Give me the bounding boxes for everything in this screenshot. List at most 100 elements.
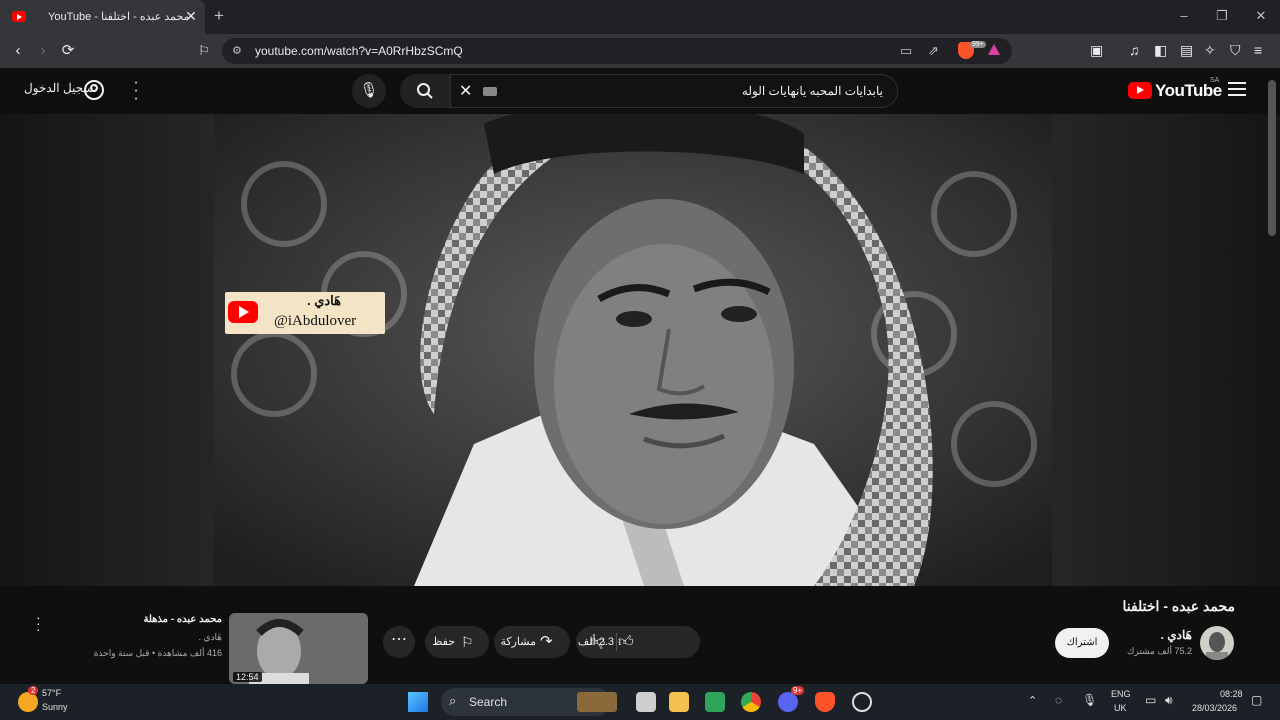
settings-menu-icon[interactable]: · · ·	[131, 75, 141, 107]
subscribe-button[interactable]: اشتراك	[1055, 628, 1109, 658]
browser-tab-bar: YouTube - محمد عبده - اختلفنا ✕ + – ❐ ✕	[0, 0, 1280, 34]
youtube-play-icon	[1128, 82, 1152, 99]
save-bookmark-icon: ⚐	[461, 634, 474, 650]
watermark-play-glyph-icon	[239, 306, 249, 318]
brave-rewards-icon[interactable]	[988, 44, 1000, 55]
like-dislike-group: 👍︎ 2.3 ألف 👎︎	[576, 626, 700, 658]
xbox-app-icon[interactable]	[705, 692, 725, 712]
maximize-icon[interactable]: ❐	[1212, 8, 1232, 24]
volume-icon[interactable]: 🔊︎	[1165, 693, 1173, 708]
weather-temp: 57°F	[42, 688, 62, 698]
more-actions-button[interactable]: ⋯	[383, 626, 415, 658]
site-info-icon[interactable]: ⚙	[232, 44, 242, 57]
save-label: حفظ	[432, 636, 455, 648]
search-icon	[417, 83, 433, 99]
guide-menu-icon[interactable]	[1228, 82, 1246, 100]
tray-app-icon[interactable]: ◌	[1055, 693, 1062, 707]
up-next-menu-icon[interactable]: · · ·	[36, 610, 41, 636]
video-thumbnail-image	[214, 114, 1052, 586]
taskbar-search-label: Search	[469, 695, 508, 709]
tab-close-icon[interactable]: ✕	[184, 8, 198, 25]
up-next-meta: 416 ألف مشاهدة • قبل سنة واحدة	[93, 648, 222, 658]
share-page-icon[interactable]: ⇗	[928, 43, 939, 59]
minimize-icon[interactable]: –	[1174, 8, 1194, 23]
input-region[interactable]: UK	[1114, 703, 1127, 713]
dislike-button[interactable]: 👎︎	[590, 626, 605, 658]
up-next-duration: 12:54	[233, 672, 262, 682]
tray-overflow-icon[interactable]: ⌃	[1028, 694, 1037, 707]
cast-icon[interactable]: ▭	[900, 43, 912, 59]
media-icon[interactable]: ♫	[1129, 42, 1140, 58]
channel-name[interactable]: هَادي .	[1161, 628, 1192, 642]
share-icon: ↷	[540, 633, 553, 650]
new-tab-button[interactable]: +	[214, 6, 224, 26]
network-icon[interactable]: ▭	[1145, 693, 1156, 707]
brave-shields-count: 99+	[970, 41, 986, 48]
clear-search-icon[interactable]: ✕	[459, 81, 472, 101]
taskbar-search-icon: ⌕	[449, 693, 457, 708]
chrome-icon[interactable]	[741, 692, 761, 712]
browser-menu-icon[interactable]: ≡	[1254, 42, 1262, 58]
reload-icon[interactable]: ⟳	[58, 41, 78, 61]
vpn-icon[interactable]: ⛉	[1230, 42, 1241, 59]
save-button[interactable]: ⚐ حفظ	[425, 626, 489, 658]
reader-mode-icon[interactable]: ▣	[1090, 42, 1103, 59]
video-details: محمد عبده - اختلفنا هَادي . 75.2 ألف مشت…	[0, 586, 1280, 684]
subscriber-count: 75.2 ألف مشترك	[1126, 646, 1192, 656]
up-next-title[interactable]: محمد عبده - مذهلة	[143, 614, 222, 625]
start-icon[interactable]	[408, 692, 428, 712]
taskbar-search[interactable]: ⌕ Search	[441, 688, 617, 716]
youtube-logo-text: YouTube	[1155, 81, 1222, 100]
like-button[interactable]: 👍︎ 2.3 ألف	[576, 626, 658, 658]
input-lang[interactable]: ENG	[1111, 689, 1131, 699]
search-input[interactable]: ✕ يابدايات المحبه يانهايات الوله	[450, 74, 898, 108]
brave-taskbar-icon[interactable]	[815, 692, 835, 712]
share-button[interactable]: ↷ مشاركة	[494, 626, 570, 658]
country-code: SA	[1210, 77, 1220, 84]
keyboard-icon[interactable]	[483, 87, 497, 96]
player-ambient-left	[0, 114, 214, 586]
leo-ai-icon[interactable]: ✧	[1204, 42, 1216, 59]
wallet-icon[interactable]: ▤	[1180, 42, 1193, 59]
channel-avatar[interactable]	[1200, 626, 1234, 660]
youtube-header: تسجيل الدخول · · · 🎙 ✕ يابدايات المحبه يان…	[0, 68, 1280, 114]
clock-time[interactable]: 08:28	[1220, 689, 1243, 699]
weather-badge: 2	[28, 686, 39, 695]
discord-icon[interactable]	[778, 692, 798, 712]
up-next-channel[interactable]: هَادي .	[198, 632, 222, 643]
discord-badge: 9+	[791, 686, 805, 695]
back-icon[interactable]: ‹	[8, 41, 28, 61]
search-query-text[interactable]: يابدايات المحبه يانهايات الوله	[742, 84, 883, 98]
task-view-icon[interactable]	[636, 692, 656, 712]
notifications-icon[interactable]: ▢	[1251, 693, 1262, 707]
steam-icon[interactable]	[852, 692, 872, 712]
sidebar-icon[interactable]: ◧	[1154, 42, 1167, 59]
search-highlight-icon	[577, 692, 617, 712]
weather-icon[interactable]	[18, 692, 38, 712]
browser-toolbar: ‹ › ⟳ ⚐ ⚙ youtube.com/watch?v=A0RrHbzSCm…	[0, 34, 1280, 68]
weather-condition: Sunny	[42, 702, 68, 712]
browser-tab[interactable]: YouTube - محمد عبده - اختلفنا ✕	[0, 0, 205, 34]
youtube-favicon-icon	[12, 11, 26, 22]
clock-date[interactable]: 28/03/2026	[1192, 703, 1237, 713]
url-text[interactable]: youtube.com/watch?v=A0RrHbzSCmQ	[255, 44, 463, 58]
tray-mic-icon[interactable]: 🎙	[1082, 693, 1097, 707]
search-button[interactable]	[400, 74, 450, 108]
address-bar[interactable]: ⚙ youtube.com/watch?v=A0RrHbzSCmQ ▭ ⇗ 99…	[222, 38, 1012, 64]
like-thumb-icon: 👍︎	[618, 633, 634, 650]
bookmark-icon[interactable]: ⚐	[194, 41, 214, 61]
video-player[interactable]: هَادي . @iAbdulover	[0, 114, 1280, 586]
like-divider	[616, 633, 617, 651]
voice-search-icon[interactable]: 🎙	[352, 74, 386, 108]
page-scrollbar[interactable]	[1268, 80, 1276, 236]
file-explorer-icon[interactable]	[669, 692, 689, 712]
tab-title: YouTube - محمد عبده - اختلفنا	[48, 11, 190, 23]
close-window-icon[interactable]: ✕	[1251, 8, 1271, 24]
account-icon[interactable]	[84, 80, 104, 100]
watermark-channel: هَادي .	[306, 293, 341, 308]
forward-icon[interactable]: ›	[33, 41, 53, 61]
player-ambient-right	[1052, 114, 1280, 586]
video-frame[interactable]: هَادي . @iAbdulover	[214, 114, 1052, 586]
channel-avatar-image	[1206, 632, 1228, 660]
up-next-thumbnail[interactable]: 12:54	[229, 613, 368, 684]
